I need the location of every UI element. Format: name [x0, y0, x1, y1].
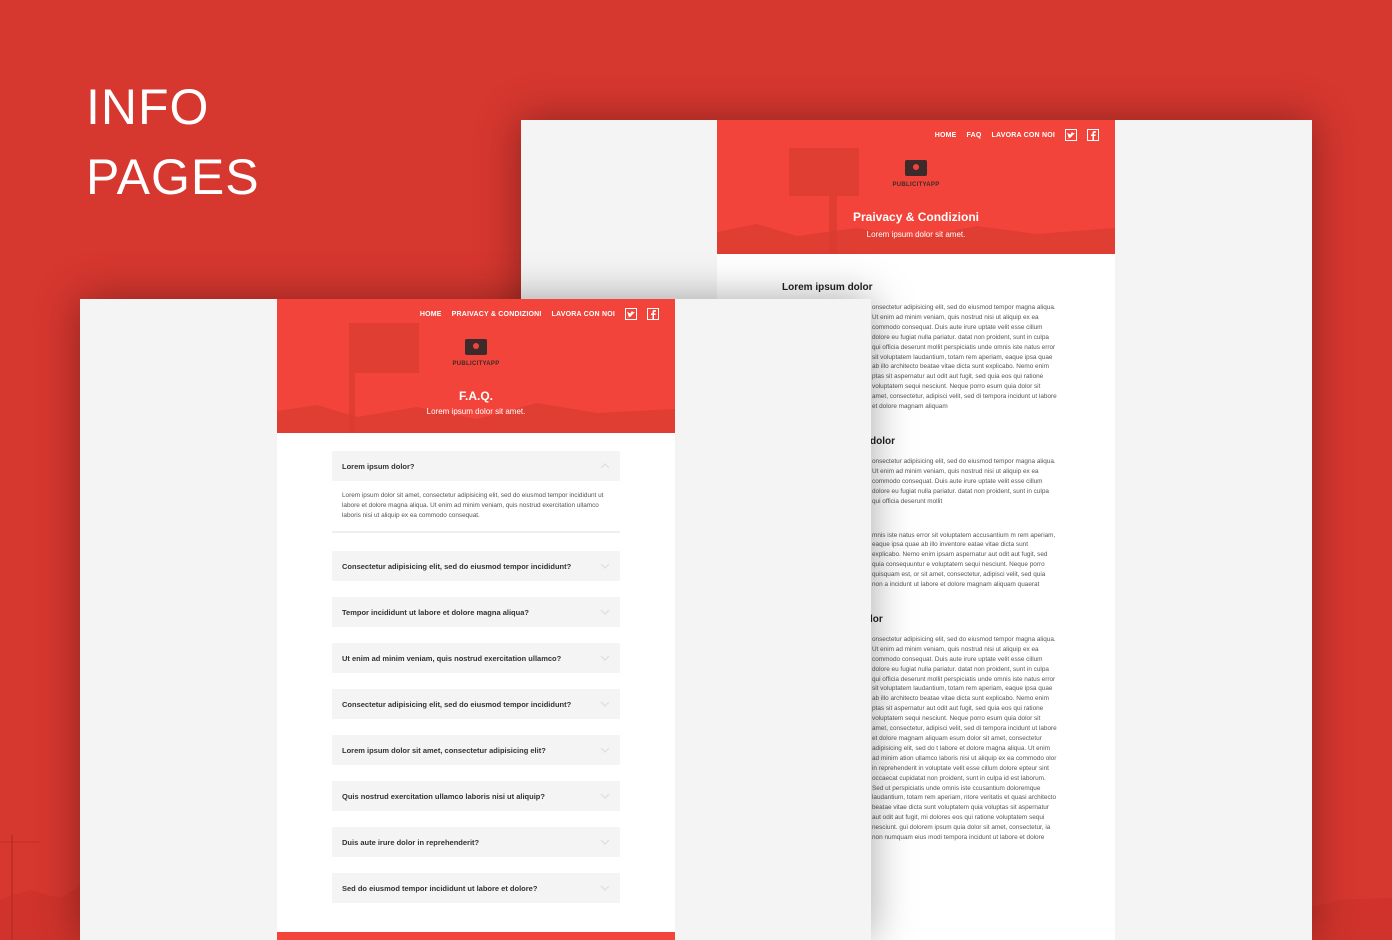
faq-answer: Lorem ipsum dolor sit amet, consectetur … [342, 492, 604, 519]
chevron-down-icon [600, 885, 610, 891]
chevron-down-icon [600, 609, 610, 615]
faq-nav: HOME PRAIVACY & CONDIZIONI LAVORA CON NO… [420, 308, 659, 320]
faq-question: Consectetur adipisicing elit, sed do eiu… [342, 561, 572, 571]
chevron-down-icon [600, 747, 610, 753]
faq-question-row[interactable]: Lorem ipsum dolor? [332, 451, 620, 481]
faq-item[interactable]: Duis aute irure dolor in reprehenderit? [332, 827, 620, 857]
faq-item[interactable]: Consectetur adipisicing elit, sed do eiu… [332, 551, 620, 581]
hero-title-line2: PAGES [86, 149, 260, 205]
faq-item[interactable]: Tempor incididunt ut labore et dolore ma… [332, 597, 620, 627]
nav-home[interactable]: HOME [935, 132, 957, 139]
faq-question: Lorem ipsum dolor sit amet, consectetur … [342, 745, 546, 755]
faq-item[interactable]: Ut enim ad minim veniam, quis nostrud ex… [332, 643, 620, 673]
privacy-nav: HOME FAQ LAVORA CON NOI [935, 129, 1099, 141]
facebook-icon[interactable] [1087, 129, 1099, 141]
brand-logo[interactable]: PUBLICITYAPP [717, 160, 1115, 188]
nav-lavora[interactable]: LAVORA CON NOI [992, 132, 1055, 139]
billboard-logo-icon [905, 160, 927, 176]
faq-question: Ut enim ad minim veniam, quis nostrud ex… [342, 653, 562, 663]
privacy-header: HOME FAQ LAVORA CON NOI PUBLICITYAPP Pra… [717, 120, 1115, 254]
faq-item[interactable]: Quis nostrud exercitation ullamco labori… [332, 781, 620, 811]
faq-item[interactable]: Sed do eiusmod tempor incididunt ut labo… [332, 873, 620, 903]
faq-question: Duis aute irure dolor in reprehenderit? [342, 837, 480, 847]
logo-text: PUBLICITYAPP [452, 361, 500, 367]
chevron-down-icon [600, 563, 610, 569]
chevron-down-icon [600, 793, 610, 799]
faq-item-open: Lorem ipsum dolor? Lorem ipsum dolor sit… [332, 451, 620, 533]
section-heading: Lorem ipsum dolor [782, 282, 873, 293]
faq-question: Tempor incididunt ut labore et dolore ma… [342, 607, 529, 617]
brand-logo[interactable]: PUBLICITYAPP [277, 339, 675, 367]
logo-text: PUBLICITYAPP [892, 182, 940, 188]
chevron-down-icon [600, 701, 610, 707]
faq-item[interactable]: Lorem ipsum dolor sit amet, consectetur … [332, 735, 620, 765]
faq-page-mockup: HOME PRAIVACY & CONDIZIONI LAVORA CON NO… [80, 299, 871, 940]
faq-page: HOME PRAIVACY & CONDIZIONI LAVORA CON NO… [277, 299, 675, 940]
page-title: F.A.Q. [458, 389, 493, 403]
faq-question: Quis nostrud exercitation ullamco labori… [342, 791, 545, 801]
faq-list: Lorem ipsum dolor? Lorem ipsum dolor sit… [332, 451, 620, 919]
nav-lavora[interactable]: LAVORA CON NOI [552, 311, 615, 318]
faq-header: HOME PRAIVACY & CONDIZIONI LAVORA CON NO… [277, 299, 675, 433]
chevron-down-icon [600, 655, 610, 661]
nav-privacy[interactable]: PRAIVACY & CONDIZIONI [452, 311, 542, 318]
page-subtitle: Lorem ipsum dolor sit amet. [426, 407, 526, 416]
page-subtitle: Lorem ipsum dolor sit amet. [866, 230, 966, 239]
faq-question: Lorem ipsum dolor? [342, 461, 415, 471]
faq-question: Consectetur adipisicing elit, sed do eiu… [342, 699, 572, 709]
hero-title-line1: INFO [86, 79, 210, 135]
nav-home[interactable]: HOME [420, 311, 442, 318]
page-title: Praivacy & Condizioni [852, 210, 980, 224]
twitter-icon[interactable] [1065, 129, 1077, 141]
twitter-icon[interactable] [625, 308, 637, 320]
chevron-up-icon [600, 463, 610, 469]
facebook-icon[interactable] [647, 308, 659, 320]
hero-title: INFO PAGES [86, 72, 260, 212]
faq-question: Sed do eiusmod tempor incididunt ut labo… [342, 883, 538, 893]
chevron-down-icon [600, 839, 610, 845]
footer-bar [277, 932, 675, 940]
faq-item[interactable]: Consectetur adipisicing elit, sed do eiu… [332, 689, 620, 719]
billboard-logo-icon [465, 339, 487, 355]
nav-faq[interactable]: FAQ [967, 132, 982, 139]
